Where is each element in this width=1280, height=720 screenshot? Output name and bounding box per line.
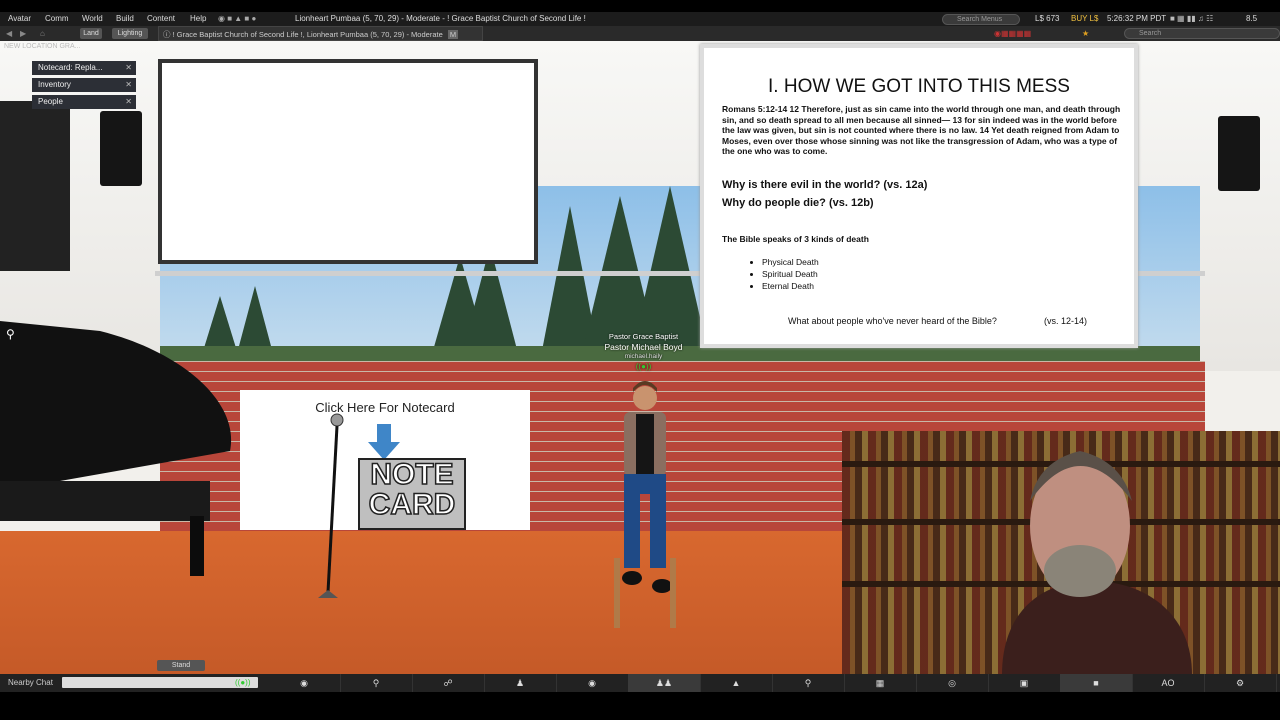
avatar[interactable] (600, 378, 690, 633)
avatar-nametag: Pastor Grace Baptist Pastor Michael Boyd… (596, 332, 691, 372)
slide-verse-ref: (vs. 12-14) (1044, 316, 1088, 326)
inventory-panel[interactable]: Inventory ✕ (32, 78, 136, 92)
location-text: Lionheart Pumbaa (5, 70, 29) - Moderate … (295, 14, 586, 23)
slide-romans-text: Romans 5:12-14 12 Therefore, just as sin… (722, 104, 1121, 156)
avatar-group-title: Pastor Grace Baptist (608, 332, 679, 341)
inventory-icon[interactable]: ■ (1060, 674, 1133, 692)
close-icon[interactable]: ✕ (125, 95, 132, 109)
right-speaker (1218, 116, 1260, 191)
maturity-badge: M (447, 30, 459, 39)
menu-help[interactable]: Help (190, 12, 206, 26)
search-menus-input[interactable]: Search Menus (942, 14, 1020, 25)
balance: L$ 673 (1035, 14, 1060, 23)
clock: 5:26:32 PM PDT (1107, 14, 1167, 23)
stand-button[interactable]: Stand (157, 660, 205, 671)
search-icon[interactable]: ⚲ (772, 674, 845, 692)
menu-bar: Avatar Comm World Build Content Help ◉ ■… (0, 12, 1280, 26)
arrow-down-icon (368, 424, 400, 460)
map-pin-icon[interactable]: ⚲ (6, 327, 15, 341)
menu-build[interactable]: Build (116, 12, 134, 26)
parcel-icons: ◉ ■ ▲ ■ ● (218, 14, 257, 23)
nearby-chat-label[interactable]: Nearby Chat (8, 674, 53, 692)
sermon-slide: I. HOW WE GOT INTO THIS MESS Romans 5:12… (700, 44, 1138, 348)
notecard-panel-title: Notecard: Repla... (38, 63, 103, 72)
conversations-icon[interactable]: ◉ (268, 674, 341, 692)
wall-speaker-screen (0, 101, 70, 271)
inventory-panel-title: Inventory (38, 80, 71, 89)
microphone-stand (318, 413, 344, 598)
move-icon[interactable]: ♟ (484, 674, 557, 692)
grand-piano (0, 321, 232, 576)
ao-button[interactable]: AO (1132, 674, 1205, 692)
close-icon[interactable]: ✕ (125, 78, 132, 92)
notecard-panel[interactable]: Notecard: Repla... ✕ (32, 61, 136, 75)
settings-icon[interactable]: ⚙ (1204, 674, 1277, 692)
slide-question-1: Why is there evil in the world? (vs. 12a… (722, 179, 928, 191)
voice-level-icon: ((●)) (235, 678, 251, 687)
avatar-name: Pastor Michael Boyd (604, 342, 683, 352)
people-panel-title: People (38, 97, 63, 106)
parcel-flag-icons: ◉▦▦▦▦ (994, 29, 1032, 38)
board-title: Click Here For Notecard (315, 400, 455, 415)
fps-readout: 8.5 (1246, 14, 1258, 23)
blank-screen (158, 59, 538, 264)
slide-question-3: What about people who've never heard of … (788, 316, 997, 326)
slide-heading: I. HOW WE GOT INTO THIS MESS (768, 76, 1070, 97)
list-item: Physical Death (762, 256, 819, 268)
list-item: Eternal Death (762, 280, 819, 292)
address-text: ! Grace Baptist Church of Second Life !,… (172, 30, 443, 39)
map-icon[interactable]: ▦ (844, 674, 917, 692)
back-icon[interactable]: ◀ (6, 26, 12, 41)
people-icon[interactable]: ♟♟ (628, 674, 701, 692)
slide-question-2: Why do people die? (vs. 12b) (722, 197, 874, 209)
status-icons: ■ ▦ ▮▮ ♫ ☷ (1170, 14, 1214, 23)
home-icon[interactable]: ⌂ (40, 26, 45, 41)
notecard-logo: NOTE CARD (358, 458, 466, 530)
chat-input[interactable] (62, 677, 258, 688)
slide-kinds-text: The Bible speaks of 3 kinds of death (722, 234, 869, 244)
avatar-username: michael.haily (624, 353, 663, 360)
favorite-star-icon[interactable]: ★ (1082, 26, 1089, 41)
view-icon[interactable]: ◉ (556, 674, 629, 692)
webcam-overlay (842, 431, 1280, 675)
presenter-video (1002, 451, 1192, 675)
menu-content[interactable]: Content (147, 12, 175, 26)
appearance-icon[interactable]: ▲ (700, 674, 773, 692)
land-button[interactable]: Land (80, 28, 102, 39)
menu-comm[interactable]: Comm (45, 12, 69, 26)
buy-currency-button[interactable]: BUY L$ (1071, 12, 1098, 26)
voice-settings-icon[interactable]: ☍ (412, 674, 485, 692)
location-history: NEW LOCATION GRA... (4, 43, 81, 50)
notecard-board[interactable]: Click Here For Notecard NOTE CARD (240, 390, 530, 530)
info-icon[interactable]: ⓘ (163, 30, 173, 39)
menu-world[interactable]: World (82, 12, 103, 26)
search-input[interactable]: Search (1124, 28, 1280, 39)
menu-avatar[interactable]: Avatar (8, 12, 31, 26)
radar-icon[interactable]: ◎ (916, 674, 989, 692)
people-panel[interactable]: People ✕ (32, 95, 136, 109)
address-bar[interactable]: ⓘ ! Grace Baptist Church of Second Life … (158, 26, 483, 41)
voice-indicator-icon: ((●)) (635, 362, 652, 371)
snapshot-icon[interactable]: ▣ (988, 674, 1061, 692)
left-speaker (100, 111, 142, 186)
navigation-bar: ◀ ▶ ⌂ Land Lighting ⓘ ! Grace Baptist Ch… (0, 26, 1280, 41)
lighting-button[interactable]: Lighting (112, 28, 148, 39)
death-list: Physical Death Spiritual Death Eternal D… (744, 256, 819, 292)
bottom-toolbar: Nearby Chat ((●)) ◉ ⚲ ☍ ♟ ◉ ♟♟ ▲ ⚲ ▦ ◎ ▣… (0, 674, 1280, 692)
speak-icon[interactable]: ⚲ (340, 674, 413, 692)
close-icon[interactable]: ✕ (125, 61, 132, 75)
list-item: Spiritual Death (762, 268, 819, 280)
forward-icon[interactable]: ▶ (20, 26, 26, 41)
